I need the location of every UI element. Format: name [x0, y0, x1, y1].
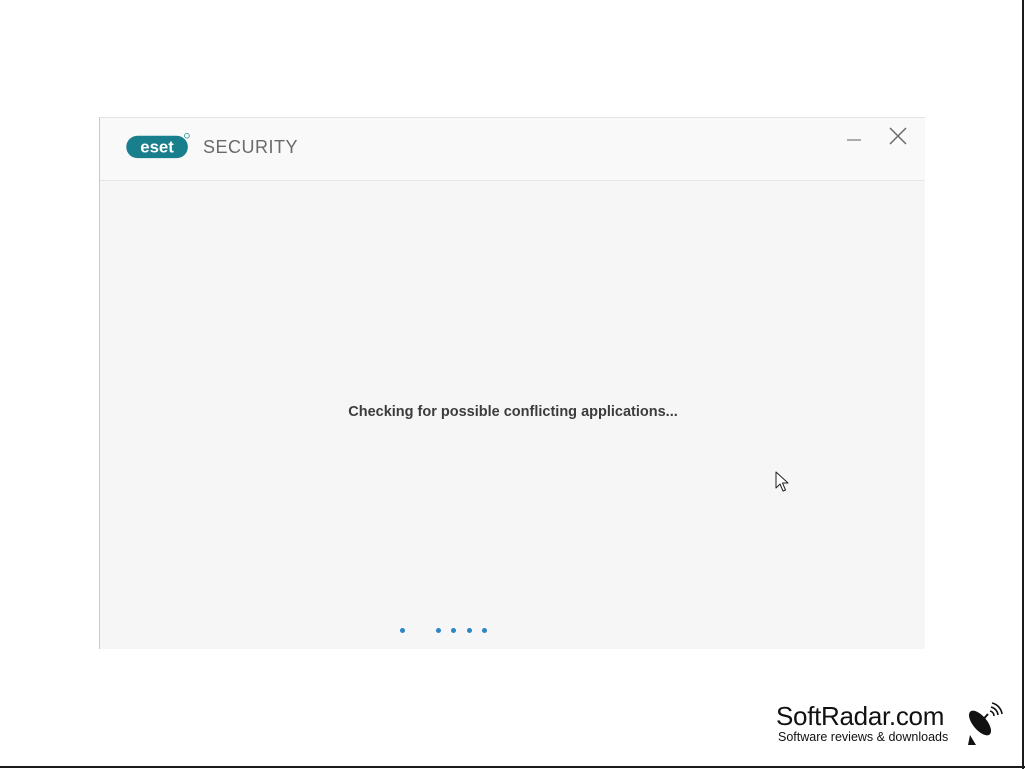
- screenshot-page: eset SECURITY Checking for possible conf…: [0, 0, 1025, 769]
- minimize-icon: [847, 139, 861, 141]
- satellite-dish-icon: [968, 702, 1003, 745]
- progress-dot: [482, 628, 487, 633]
- eset-logo: eset SECURITY: [125, 132, 298, 160]
- bottom-frame-edge: [0, 766, 1025, 768]
- close-icon: [889, 127, 907, 145]
- eset-logo-mark: eset: [126, 133, 190, 159]
- minimize-button[interactable]: [839, 122, 869, 152]
- progress-indicator: [100, 628, 925, 634]
- mouse-cursor-icon: [775, 471, 789, 492]
- progress-dot: [451, 628, 456, 633]
- progress-dot: [436, 628, 441, 633]
- right-frame-edge: [1022, 0, 1024, 769]
- watermark-title: SoftRadar.com: [776, 701, 945, 731]
- installer-window: eset SECURITY Checking for possible conf…: [99, 117, 925, 649]
- softradar-watermark: SoftRadar.com Software reviews & downloa…: [776, 701, 1006, 749]
- close-button[interactable]: [883, 121, 913, 151]
- progress-dot: [467, 628, 472, 633]
- eset-logo-wordmark: eset: [140, 138, 174, 157]
- title-bar: eset SECURITY: [100, 118, 925, 181]
- watermark-subtitle: Software reviews & downloads: [778, 730, 949, 744]
- product-name: SECURITY: [203, 136, 299, 157]
- progress-dot: [400, 628, 405, 633]
- status-message: Checking for possible conflicting applic…: [348, 404, 678, 420]
